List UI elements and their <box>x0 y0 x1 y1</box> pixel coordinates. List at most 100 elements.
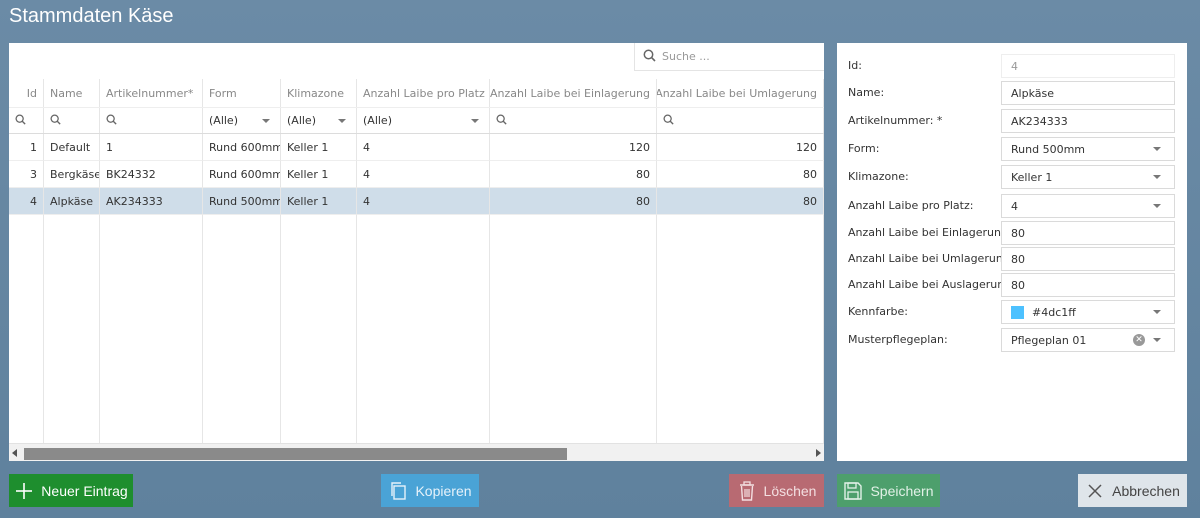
column-header-klimazone[interactable]: Klimazone <box>281 79 357 107</box>
einlagerung-value: 80 <box>1011 226 1025 240</box>
name-field[interactable]: Alpkäse <box>1001 81 1175 105</box>
label-musterpflegeplan: Musterpflegeplan: <box>848 333 948 346</box>
label-id: Id: <box>848 59 862 72</box>
search-icon <box>106 113 117 128</box>
table-row[interactable]: 3 Bergkäse BK24332 Rund 600mm Keller 1 4… <box>9 161 824 188</box>
detail-form-panel: Id: 4 Name: Alpkäse Artikelnummer: * AK2… <box>837 43 1187 461</box>
page-title: Stammdaten Käse <box>9 5 174 27</box>
form-row-einlagerung: Anzahl Laibe bei Einlagerung: 80 <box>837 221 1187 245</box>
label-auslagerung: Anzahl Laibe bei Auslagerung: <box>848 278 1015 291</box>
table-row[interactable]: 1 Default 1 Rund 600mm Keller 1 4 120 12… <box>9 134 824 161</box>
filter-klimazone[interactable]: (Alle) <box>281 108 357 133</box>
horizontal-scrollbar[interactable] <box>9 443 824 461</box>
filter-artikelnummer[interactable] <box>100 108 203 133</box>
klimazone-select[interactable]: Keller 1 <box>1001 165 1175 189</box>
label-einlagerung: Anzahl Laibe bei Einlagerung: <box>848 226 1012 239</box>
save-button[interactable]: Speichern <box>837 474 940 507</box>
save-icon <box>843 481 863 501</box>
label-umlagerung: Anzahl Laibe bei Umlagerung: <box>848 252 1014 265</box>
filter-name[interactable] <box>44 108 100 133</box>
filter-id[interactable] <box>9 108 44 133</box>
cell-umlagerung: 80 <box>657 161 824 188</box>
filter-klimazone-value: (Alle) <box>287 114 316 127</box>
filter-umlagerung[interactable] <box>657 108 824 133</box>
label-form: Form: <box>848 142 880 155</box>
cell-klimazone: Keller 1 <box>281 188 357 215</box>
filter-einlagerung[interactable] <box>490 108 657 133</box>
chevron-down-icon <box>471 118 479 123</box>
cell-einlagerung: 80 <box>490 161 657 188</box>
search-icon <box>15 113 26 128</box>
copy-button[interactable]: Kopieren <box>381 474 479 507</box>
artikelnummer-field[interactable]: AK234333 <box>1001 109 1175 133</box>
cell-umlagerung: 80 <box>657 188 824 215</box>
scroll-right-icon[interactable] <box>816 449 821 457</box>
scroll-left-icon[interactable] <box>12 449 17 457</box>
label-artikelnummer: Artikelnummer: * <box>848 114 943 127</box>
search-icon <box>496 113 507 128</box>
cell-form: Rund 600mm <box>203 134 281 161</box>
auslagerung-field[interactable]: 80 <box>1001 273 1175 297</box>
cell-laibe-pro-platz: 4 <box>357 188 490 215</box>
column-header-artikelnummer[interactable]: Artikelnummer* <box>100 79 203 107</box>
form-row-musterpflegeplan: Musterpflegeplan: Pflegeplan 01 ✕ <box>837 328 1187 352</box>
kennfarbe-value: #4dc1ff <box>1032 305 1076 319</box>
label-name: Name: <box>848 86 885 99</box>
search-input[interactable]: Suche ... <box>662 50 710 63</box>
cell-artikelnummer: 1 <box>100 134 203 161</box>
copy-label: Kopieren <box>415 482 472 499</box>
cell-laibe-pro-platz: 4 <box>357 161 490 188</box>
filter-form[interactable]: (Alle) <box>203 108 281 133</box>
table-row-selected[interactable]: 4 Alpkäse AK234333 Rund 500mm Keller 1 4… <box>9 188 824 215</box>
new-entry-button[interactable]: Neuer Eintrag <box>9 474 133 507</box>
auslagerung-value: 80 <box>1011 278 1025 292</box>
laibe-pro-platz-select[interactable]: 4 <box>1001 194 1175 218</box>
plus-icon <box>14 481 34 501</box>
filter-laibe-pro-platz-value: (Alle) <box>363 114 392 127</box>
new-entry-label: Neuer Eintrag <box>41 482 128 499</box>
chevron-down-icon[interactable] <box>1153 204 1161 208</box>
delete-button[interactable]: Löschen <box>729 474 824 507</box>
id-value: 4 <box>1011 59 1018 73</box>
search-icon <box>643 49 656 65</box>
grid-filter-row: (Alle) (Alle) (Alle) <box>9 107 824 134</box>
cancel-label: Abbrechen <box>1112 482 1180 499</box>
data-grid: Id Name Artikelnummer* Form Klimazone An… <box>9 79 824 451</box>
chevron-down-icon[interactable] <box>1153 310 1161 314</box>
save-label: Speichern <box>870 482 934 499</box>
label-klimazone: Klimazone: <box>848 170 909 183</box>
column-header-einlagerung[interactable]: Anzahl Laibe bei Einlagerung <box>490 79 657 107</box>
musterpflegeplan-select[interactable]: Pflegeplan 01 ✕ <box>1001 328 1175 352</box>
grid-panel: Suche ... Id Name Artikelnummer* Form Kl… <box>9 43 824 461</box>
cancel-button[interactable]: Abbrechen <box>1078 474 1187 507</box>
cell-klimazone: Keller 1 <box>281 134 357 161</box>
form-row-umlagerung: Anzahl Laibe bei Umlagerung: 80 <box>837 247 1187 271</box>
form-row-form: Form: Rund 500mm <box>837 137 1187 161</box>
close-icon <box>1085 481 1105 501</box>
column-header-form[interactable]: Form <box>203 79 281 107</box>
column-header-umlagerung[interactable]: Anzahl Laibe bei Umlagerung <box>657 79 824 107</box>
search-box[interactable]: Suche ... <box>634 43 824 71</box>
cell-artikelnummer: AK234333 <box>100 188 203 215</box>
scrollbar-thumb[interactable] <box>24 448 567 460</box>
form-select[interactable]: Rund 500mm <box>1001 137 1175 161</box>
column-header-laibe-pro-platz[interactable]: Anzahl Laibe pro Platz <box>357 79 490 107</box>
form-row-artikelnummer: Artikelnummer: * AK234333 <box>837 109 1187 133</box>
chevron-down-icon[interactable] <box>1153 338 1161 342</box>
grid-header-row: Id Name Artikelnummer* Form Klimazone An… <box>9 79 824 107</box>
filter-laibe-pro-platz[interactable]: (Alle) <box>357 108 490 133</box>
form-row-id: Id: 4 <box>837 54 1187 78</box>
umlagerung-field[interactable]: 80 <box>1001 247 1175 271</box>
kennfarbe-select[interactable]: #4dc1ff <box>1001 300 1175 324</box>
chevron-down-icon <box>338 118 346 123</box>
cell-id: 3 <box>9 161 44 188</box>
clear-icon[interactable]: ✕ <box>1133 334 1145 346</box>
umlagerung-value: 80 <box>1011 252 1025 266</box>
chevron-down-icon[interactable] <box>1153 147 1161 151</box>
name-value: Alpkäse <box>1011 86 1054 100</box>
column-header-name[interactable]: Name <box>44 79 100 107</box>
einlagerung-field[interactable]: 80 <box>1001 221 1175 245</box>
column-header-id[interactable]: Id <box>9 79 44 107</box>
form-row-name: Name: Alpkäse <box>837 81 1187 105</box>
chevron-down-icon[interactable] <box>1153 175 1161 179</box>
